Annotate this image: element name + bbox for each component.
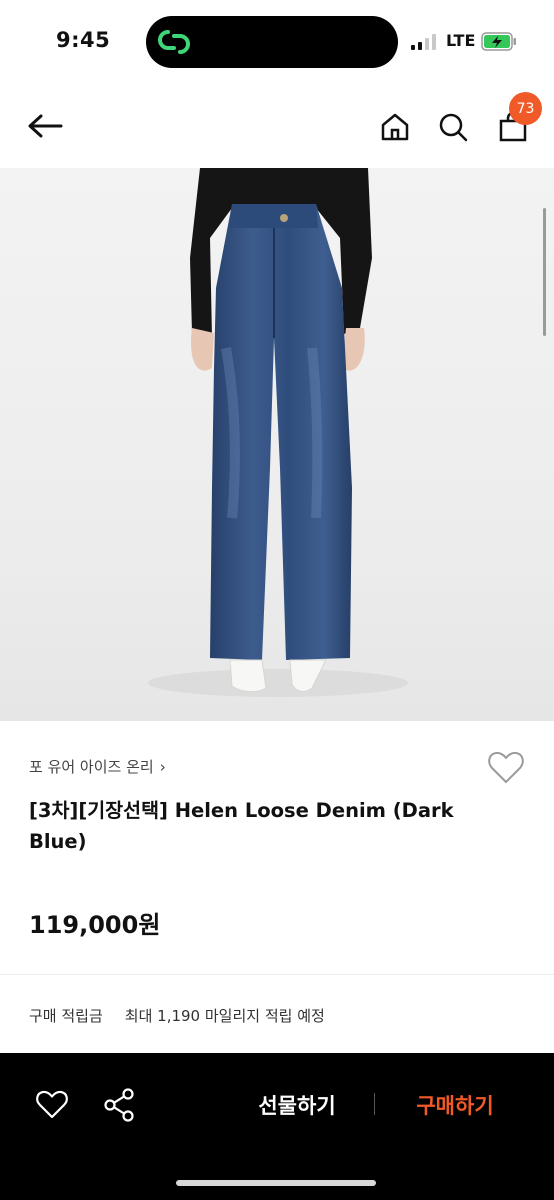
buy-button[interactable]: 구매하기: [390, 1086, 520, 1124]
link-app-icon: [158, 30, 190, 54]
gift-button[interactable]: 선물하기: [232, 1086, 362, 1124]
denim-jeans-photo: [148, 168, 408, 697]
points-label: 구매 적립금: [29, 1007, 103, 1025]
chevron-right-icon: ›: [159, 757, 166, 776]
heart-icon: [488, 751, 524, 783]
brand-link[interactable]: 포 유어 아이즈 온리 ›: [29, 756, 166, 777]
bottom-action-bar: 선물하기 구매하기: [0, 1053, 554, 1200]
status-time: 9:45: [56, 28, 111, 52]
share-icon: [104, 1088, 134, 1122]
bottom-wishlist-button[interactable]: [32, 1085, 72, 1125]
product-price: 119,000원: [29, 911, 161, 939]
product-title: [3차][기장선택] Helen Loose Denim (Dark Blue): [29, 799, 454, 853]
divider: [374, 1093, 375, 1115]
wishlist-button[interactable]: [486, 748, 526, 788]
share-button[interactable]: [100, 1085, 140, 1125]
signal-icon: [411, 34, 439, 50]
points-row: 구매 적립금 최대 1,190 마일리지 적립 예정: [29, 1005, 325, 1026]
image-scroll-indicator: [543, 208, 546, 336]
battery-charging-icon: [481, 32, 516, 51]
app-header: [0, 84, 554, 168]
home-indicator[interactable]: [176, 1180, 376, 1186]
search-icon: [439, 113, 468, 142]
product-image[interactable]: [0, 168, 554, 721]
points-value: 최대 1,190 마일리지 적립 예정: [124, 1007, 325, 1025]
search-button[interactable]: [432, 106, 474, 148]
status-bar: 9:45 LTE: [0, 0, 554, 84]
brand-name: 포 유어 아이즈 온리: [29, 758, 154, 776]
heart-icon: [36, 1090, 68, 1119]
home-button[interactable]: [374, 106, 416, 148]
divider: [0, 974, 554, 975]
arrow-left-icon: [28, 114, 63, 138]
back-button[interactable]: [22, 106, 68, 146]
network-label: LTE: [446, 31, 476, 50]
home-icon: [381, 113, 409, 141]
cart-count-badge: 73: [509, 92, 542, 125]
